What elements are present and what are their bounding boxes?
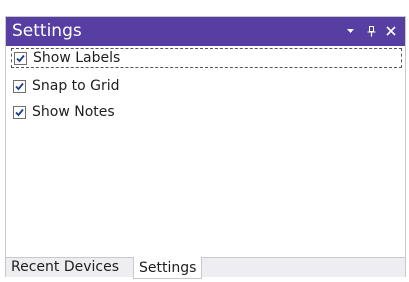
panel-title: Settings: [12, 21, 82, 41]
close-icon[interactable]: [381, 17, 401, 46]
snap-to-grid-label: Snap to Grid: [32, 78, 120, 94]
pin-icon[interactable]: [361, 17, 381, 46]
tab-strip: Recent Devices Settings: [6, 257, 405, 279]
snap-to-grid-option[interactable]: Snap to Grid: [11, 76, 120, 96]
show-labels-label: Show Labels: [33, 50, 121, 66]
show-notes-label: Show Notes: [32, 104, 115, 120]
show-notes-option[interactable]: Show Notes: [11, 102, 115, 122]
show-labels-option[interactable]: Show Labels: [11, 48, 402, 68]
show-labels-checkbox[interactable]: [14, 51, 27, 65]
show-notes-checkbox[interactable]: [13, 105, 26, 119]
panel-titlebar: Settings: [6, 17, 405, 46]
tab-settings[interactable]: Settings: [133, 257, 203, 279]
settings-panel: Settings Show Labels Snap to Grid Show N…: [5, 16, 406, 279]
snap-to-grid-checkbox[interactable]: [13, 79, 26, 93]
chevron-down-icon[interactable]: [340, 17, 360, 46]
panel-content: Show Labels Snap to Grid Show Notes: [6, 46, 405, 258]
tab-recent-devices[interactable]: Recent Devices: [6, 258, 124, 277]
